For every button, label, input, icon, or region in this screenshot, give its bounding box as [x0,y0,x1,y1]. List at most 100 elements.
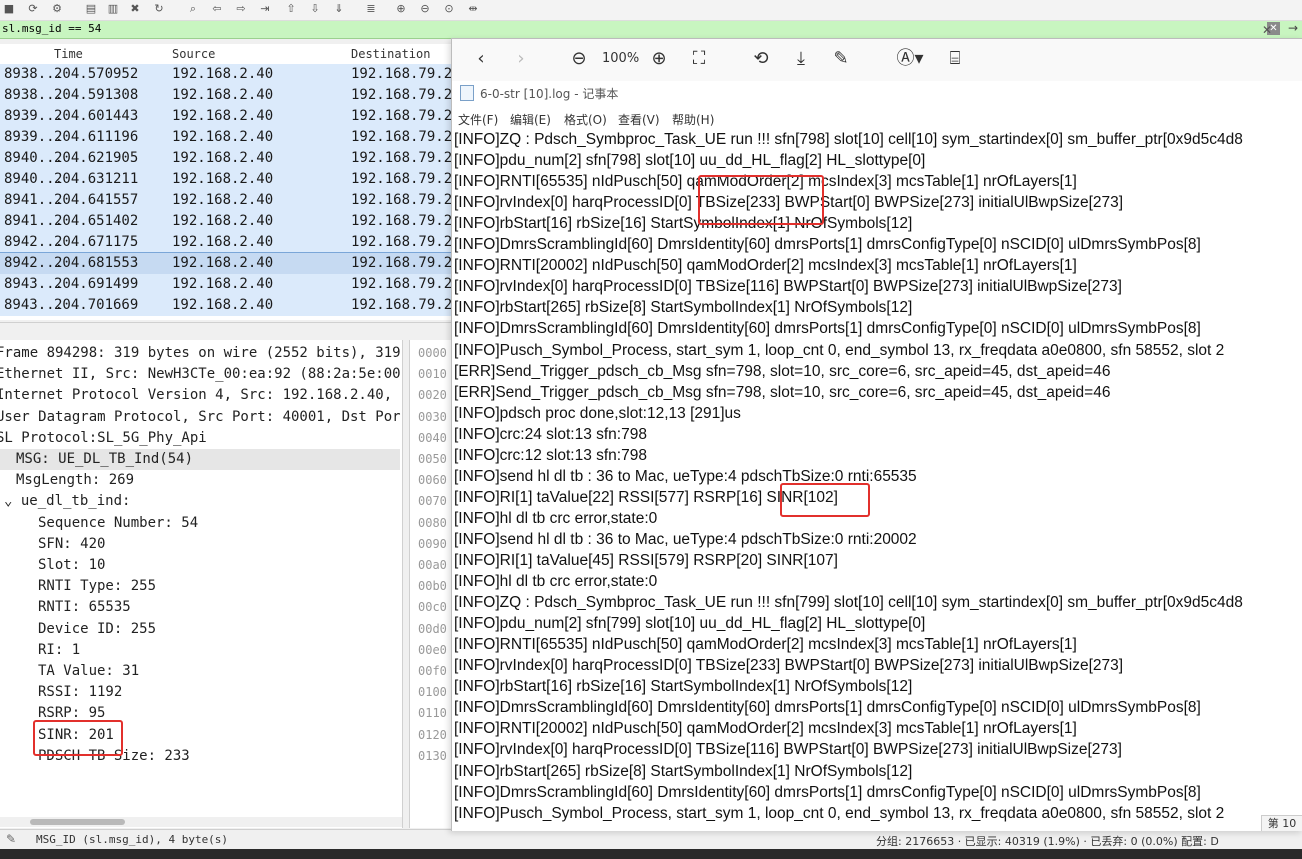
packet-row[interactable]: 8943... 204.701669 192.168.2.40 192.168.79.… [0,295,460,316]
packet-row[interactable]: 8940... 204.631211 192.168.2.40 192.168.79.… [0,169,460,190]
open-file-icon[interactable]: ▤ [84,2,98,16]
text-recognition-icon[interactable]: Ⓐ▾ [892,48,928,70]
zoom-in-icon[interactable]: ⊕ [648,48,670,70]
zoom-out-icon[interactable]: ⊖ [418,2,432,16]
save-file-icon[interactable]: ▥ [106,2,120,16]
detail-item-text: Sequence Number: 54 [38,514,199,531]
packet-row[interactable]: 8938... 204.591308 192.168.2.40 192.168.79.… [0,85,460,106]
hex-offset: 0100 [418,685,447,700]
zoom-normal-icon[interactable]: ⊙ [442,2,456,16]
detail-item[interactable]: SL Protocol:SL_5G_Phy_Api [0,428,207,449]
fit-to-window-icon[interactable]: ⛶ [688,48,710,70]
detail-item-text: RI: 1 [38,641,81,658]
close-icon[interactable]: ✕ [1262,23,1272,37]
packet-row[interactable]: 8940... 204.621905 192.168.2.40 192.168.79.… [0,148,460,169]
column-destination[interactable]: Destination [351,47,430,61]
hex-offset: 0050 [418,452,447,466]
packet-row[interactable]: 8941... 204.641557 192.168.2.40 192.168.79.… [0,190,460,211]
stop-capture-icon[interactable]: ■ [2,2,16,16]
menu-help[interactable]: 帮助(H) [672,111,714,128]
packet-row[interactable]: 8943... 204.691499 192.168.2.40 192.168.79.… [0,274,460,295]
detail-item[interactable]: Internet Protocol Version 4, Src: 192.16… [0,385,392,406]
details-horizontal-scrollbar[interactable] [0,817,402,827]
menu-edit[interactable]: 编辑(E) [510,111,551,128]
packet-cell-src: 192.168.2.40 [172,66,274,82]
reload-file-icon[interactable]: ↻ [152,2,166,16]
packet-row[interactable]: 8939... 204.611196 192.168.2.40 192.168.79.… [0,127,460,148]
page-indicator: 第 10 [1261,815,1302,831]
detail-item[interactable]: RNTI: 65535 [38,597,131,618]
column-source[interactable]: Source [172,47,215,61]
packet-cell-src: 192.168.2.40 [172,297,274,313]
log-line: [INFO]ZQ : Pdsch_Symbproc_Task_UE run !!… [454,131,1243,148]
resize-columns-icon[interactable]: ⇹ [466,2,480,16]
status-packet-counts: 分组: 2176653 · 已显示: 40319 (1.9%) · 已丢弃: 0… [876,835,1219,848]
expand-icon[interactable]: ⌄ [4,493,21,509]
go-back-icon[interactable]: ⇦ [210,2,224,16]
detail-item[interactable]: MsgLength: 269 [16,470,134,491]
go-to-packet-icon[interactable]: ⇥ [258,2,272,16]
close-file-icon[interactable]: ✖ [128,2,142,16]
notepad-file-icon [460,85,474,101]
menu-file[interactable]: 文件(F) [458,111,498,128]
scrollbar-thumb[interactable] [30,819,125,825]
colorize-icon[interactable]: ≣ [364,2,378,16]
notepad-text-area[interactable]: [INFO]ZQ : Pdsch_Symbproc_Task_UE run !!… [454,129,1302,829]
edit-icon[interactable]: ✎ [6,832,16,846]
image-viewer-window: ‹ › ⊖ 100% ⊕ ⛶ ⟲ ⤓ ✎ Ⓐ▾ ⌸ 6-0-str [10].l… [451,38,1302,831]
zoom-out-icon[interactable]: ⊖ [568,48,590,70]
packet-cell-dst: 192.168.79.2 [351,255,453,271]
filter-arrow-icon[interactable]: → [1288,21,1298,35]
packet-row[interactable]: 8941... 204.651402 192.168.2.40 192.168.79.… [0,211,460,232]
hex-offset: 0080 [418,515,447,530]
packet-row[interactable]: 8942... 204.671175 192.168.2.40 192.168.79.… [0,232,460,253]
edit-pen-icon[interactable]: ✎ [830,48,852,70]
rotate-icon[interactable]: ⟲ [750,48,772,70]
display-filter-bar[interactable]: sl.msg_id == 54 ✕ → [0,21,1302,39]
detail-item[interactable]: Device ID: 255 [38,619,156,640]
log-line: [INFO]pdu_num[2] sfn[798] slot[10] uu_dd… [454,152,926,170]
log-line: [INFO]rvIndex[0] harqProcessID[0] TBSize… [454,278,1122,296]
display-filter-input[interactable]: sl.msg_id == 54 [2,22,101,35]
forward-icon[interactable]: › [512,48,530,70]
packet-row[interactable]: 8938... 204.570952 192.168.2.40 192.168.79.… [0,64,460,85]
zoom-in-icon[interactable]: ⊕ [394,2,408,16]
hex-offset: 0010 [418,367,447,382]
download-icon[interactable]: ⤓ [790,48,812,70]
detail-item[interactable]: Sequence Number: 54 [38,513,198,534]
packet-row[interactable]: 8939... 204.601443 192.168.2.40 192.168.79.… [0,106,460,127]
detail-item-text: MsgLength: 269 [16,472,135,489]
detail-item[interactable]: User Datagram Protocol, Src Port: 40001,… [0,407,401,428]
menu-view[interactable]: 查看(V) [618,111,660,128]
find-packet-icon[interactable]: ⌕ [186,2,200,16]
detail-item[interactable]: Frame 894298: 319 bytes on wire (2552 bi… [0,343,401,364]
menu-format[interactable]: 格式(O) [564,111,607,128]
detail-item[interactable]: RNTI Type: 255 [38,576,156,597]
pane-splitter[interactable] [0,322,460,341]
detail-item[interactable]: RI: 1 [38,640,80,661]
detail-item-text: TA Value: 31 [38,663,140,679]
packet-cell-time: 204.671175 [54,234,139,250]
capture-options-icon[interactable]: ⚙ [50,2,64,16]
detail-item[interactable]: Slot: 10 [38,555,105,576]
detail-item[interactable]: MSG: UE_DL_TB_Ind(54) [0,449,400,470]
last-packet-icon[interactable]: ⇩ [308,2,322,16]
hex-offset: 0090 [418,536,447,551]
log-line: [INFO]crc:12 slot:13 sfn:798 [454,446,647,464]
detail-item-text: RSRP: 95 [38,705,106,722]
autoscroll-icon[interactable]: ⇓ [332,2,346,16]
detail-item-text: RSSI: 1192 [38,684,123,701]
restart-capture-icon[interactable]: ⟳ [26,2,40,16]
go-forward-icon[interactable]: ⇨ [234,2,248,16]
detail-item[interactable]: ⌄ ue_dl_tb_ind: [4,491,130,512]
packet-row[interactable]: 8942... 204.681553 192.168.2.40 192.168.79.… [0,252,461,275]
log-line: [INFO]pdu_num[2] sfn[799] slot[10] uu_dd… [454,615,926,633]
detail-item[interactable]: TA Value: 31 [38,661,139,682]
detail-item[interactable]: SFN: 420 [38,534,105,555]
scan-text-icon[interactable]: ⌸ [944,48,966,70]
detail-item[interactable]: Ethernet II, Src: NewH3CTe_00:ea:92 (88:… [0,364,401,385]
back-icon[interactable]: ‹ [472,48,490,70]
detail-item[interactable]: RSSI: 1192 [38,682,122,703]
first-packet-icon[interactable]: ⇧ [284,2,298,16]
column-time[interactable]: Time [54,47,83,61]
